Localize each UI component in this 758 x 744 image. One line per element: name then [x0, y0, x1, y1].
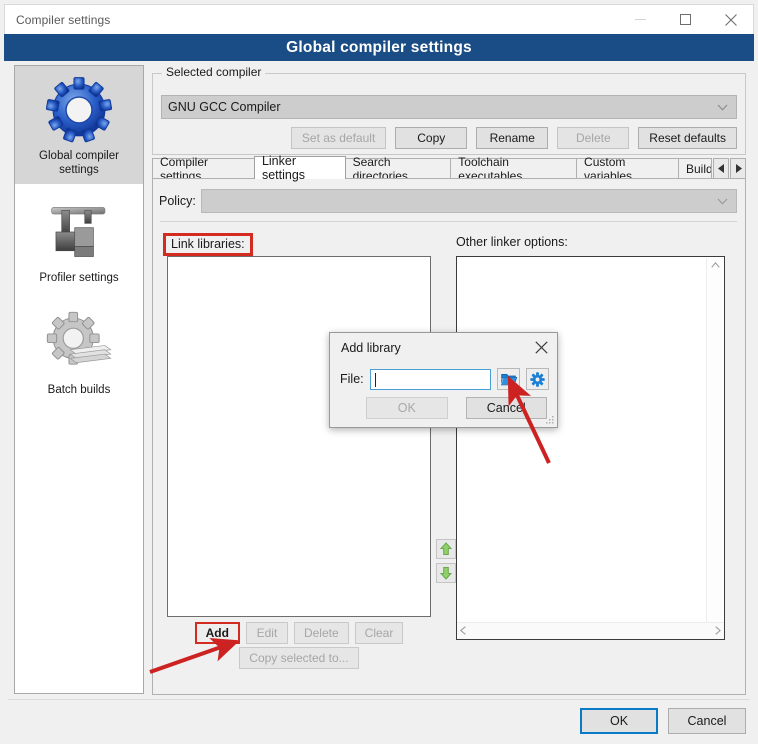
- file-input[interactable]: [369, 368, 491, 390]
- compiler-settings-window: Compiler settings Global compiler settin…: [0, 0, 758, 744]
- page-header: Global compiler settings: [4, 34, 754, 61]
- edit-library-button[interactable]: Edit: [245, 622, 288, 644]
- add-library-dialog-title: Add library: [341, 341, 401, 355]
- tab-compiler-settings[interactable]: Compiler settings: [152, 155, 255, 183]
- clear-libraries-button[interactable]: Clear: [354, 622, 404, 644]
- add-library-dialog: Add library File: OK Cancel: [329, 332, 558, 428]
- add-library-close-button[interactable]: [529, 337, 553, 357]
- gear-stack-icon: [46, 311, 112, 365]
- tab-scroll-prev-button[interactable]: [713, 158, 730, 179]
- other-linker-options-textarea[interactable]: [456, 256, 725, 640]
- caliper-icon: [51, 207, 106, 257]
- title-bar: Compiler settings: [4, 4, 754, 34]
- triangle-right-icon: [735, 164, 742, 173]
- copy-selected-to-button[interactable]: Copy selected to...: [239, 647, 359, 669]
- link-libraries-list[interactable]: [167, 256, 431, 617]
- tab-linker-settings[interactable]: Linker settings: [253, 154, 346, 182]
- linker-settings-page: Policy: Link libraries: Add Edit Delete …: [152, 178, 746, 695]
- arrow-up-icon: [439, 542, 453, 555]
- sidebar-item-label: Batch builds: [47, 384, 111, 396]
- compiler-select[interactable]: GNU GCC Compiler: [161, 95, 737, 119]
- horizontal-scrollbar[interactable]: [457, 622, 724, 639]
- footer-divider: [8, 699, 750, 700]
- tab-build-options[interactable]: Build: [677, 158, 713, 179]
- close-icon: [534, 340, 548, 354]
- selected-compiler-label: Selected compiler: [162, 65, 266, 79]
- add-library-cancel-button[interactable]: Cancel: [465, 397, 547, 419]
- tab-scroll-buttons: [712, 158, 747, 179]
- ok-button[interactable]: OK: [580, 708, 658, 734]
- policy-select[interactable]: [201, 189, 737, 213]
- compiler-actions: Set as default Copy Rename Delete Reset …: [161, 127, 737, 149]
- copy-button[interactable]: Copy: [395, 127, 468, 149]
- text-caret: [374, 372, 376, 387]
- rename-button[interactable]: Rename: [476, 127, 549, 149]
- open-folder-icon: [500, 374, 517, 386]
- link-libraries-label: Link libraries:: [163, 233, 253, 256]
- resize-grip-icon[interactable]: [545, 415, 555, 425]
- browse-file-button[interactable]: [497, 368, 520, 390]
- set-as-default-button[interactable]: Set as default: [290, 127, 387, 149]
- add-library-ok-button[interactable]: OK: [366, 397, 448, 419]
- blue-gear-icon: [45, 77, 113, 143]
- close-icon: [724, 13, 737, 26]
- maximize-button[interactable]: [663, 5, 708, 34]
- sidebar-item-profiler-settings[interactable]: Profiler settings: [15, 184, 143, 292]
- policy-label: Policy:: [159, 194, 196, 208]
- sidebar-item-global-compiler-settings[interactable]: Global compiler settings: [15, 66, 143, 184]
- chevron-right-icon[interactable]: [715, 622, 721, 640]
- sidebar-label-line2: settings: [59, 164, 99, 176]
- delete-compiler-button[interactable]: Delete: [557, 127, 630, 149]
- reorder-buttons: [436, 539, 456, 583]
- variables-button[interactable]: [526, 368, 549, 390]
- chevron-up-icon[interactable]: [710, 258, 720, 272]
- sidebar-label-line1: Global compiler: [39, 150, 119, 162]
- minimize-icon: [635, 19, 646, 20]
- file-row: File:: [340, 368, 549, 390]
- tab-toolchain-executables[interactable]: Toolchain executables: [450, 155, 578, 183]
- settings-tabs: Compiler settings Linker settings Search…: [152, 154, 747, 183]
- add-library-button[interactable]: Add: [194, 622, 240, 644]
- copy-selected-row: Copy selected to...: [167, 647, 431, 669]
- close-button[interactable]: [708, 5, 753, 34]
- sidebar: Global compiler settings Profiler settin…: [14, 65, 144, 694]
- arrow-down-icon: [439, 567, 453, 580]
- other-linker-options-label: Other linker options:: [456, 235, 568, 249]
- chevron-down-icon: [717, 100, 728, 114]
- tab-scroll-next-button[interactable]: [730, 158, 747, 179]
- delete-library-button[interactable]: Delete: [293, 622, 349, 644]
- window-title: Compiler settings: [16, 12, 111, 27]
- maximize-icon: [680, 14, 691, 25]
- sidebar-item-label: Profiler settings: [39, 272, 119, 284]
- minimize-button[interactable]: [618, 5, 663, 34]
- chevron-down-icon: [717, 192, 728, 210]
- gear-icon: [530, 371, 545, 387]
- page-title: Global compiler settings: [286, 38, 472, 56]
- selected-compiler-group: Selected compiler GNU GCC Compiler Set a…: [152, 65, 746, 155]
- move-down-button[interactable]: [436, 563, 456, 583]
- sidebar-item-batch-builds[interactable]: Batch builds: [15, 292, 143, 404]
- sidebar-item-label: Global compiler settings: [39, 149, 119, 177]
- file-label: File:: [340, 372, 364, 386]
- triangle-left-icon: [717, 164, 724, 173]
- cancel-button[interactable]: Cancel: [668, 708, 746, 734]
- divider: [160, 221, 737, 222]
- dialog-footer: OK Cancel: [580, 708, 746, 734]
- tab-custom-variables[interactable]: Custom variables: [576, 155, 679, 183]
- link-libraries-buttons: Add Edit Delete Clear: [167, 622, 431, 644]
- compiler-select-value: GNU GCC Compiler: [168, 100, 281, 114]
- tab-search-directories[interactable]: Search directories: [344, 155, 452, 183]
- add-library-dialog-buttons: OK Cancel: [366, 397, 547, 419]
- other-linker-options-panel: Other linker options:: [456, 233, 725, 664]
- link-libraries-panel: Link libraries: Add Edit Delete Clear Co…: [163, 233, 431, 669]
- move-up-button[interactable]: [436, 539, 456, 559]
- reset-defaults-button[interactable]: Reset defaults: [638, 127, 737, 149]
- window-buttons: [618, 5, 753, 34]
- policy-row: Policy:: [159, 189, 737, 213]
- vertical-scrollbar[interactable]: [706, 258, 723, 638]
- chevron-left-icon[interactable]: [460, 622, 466, 640]
